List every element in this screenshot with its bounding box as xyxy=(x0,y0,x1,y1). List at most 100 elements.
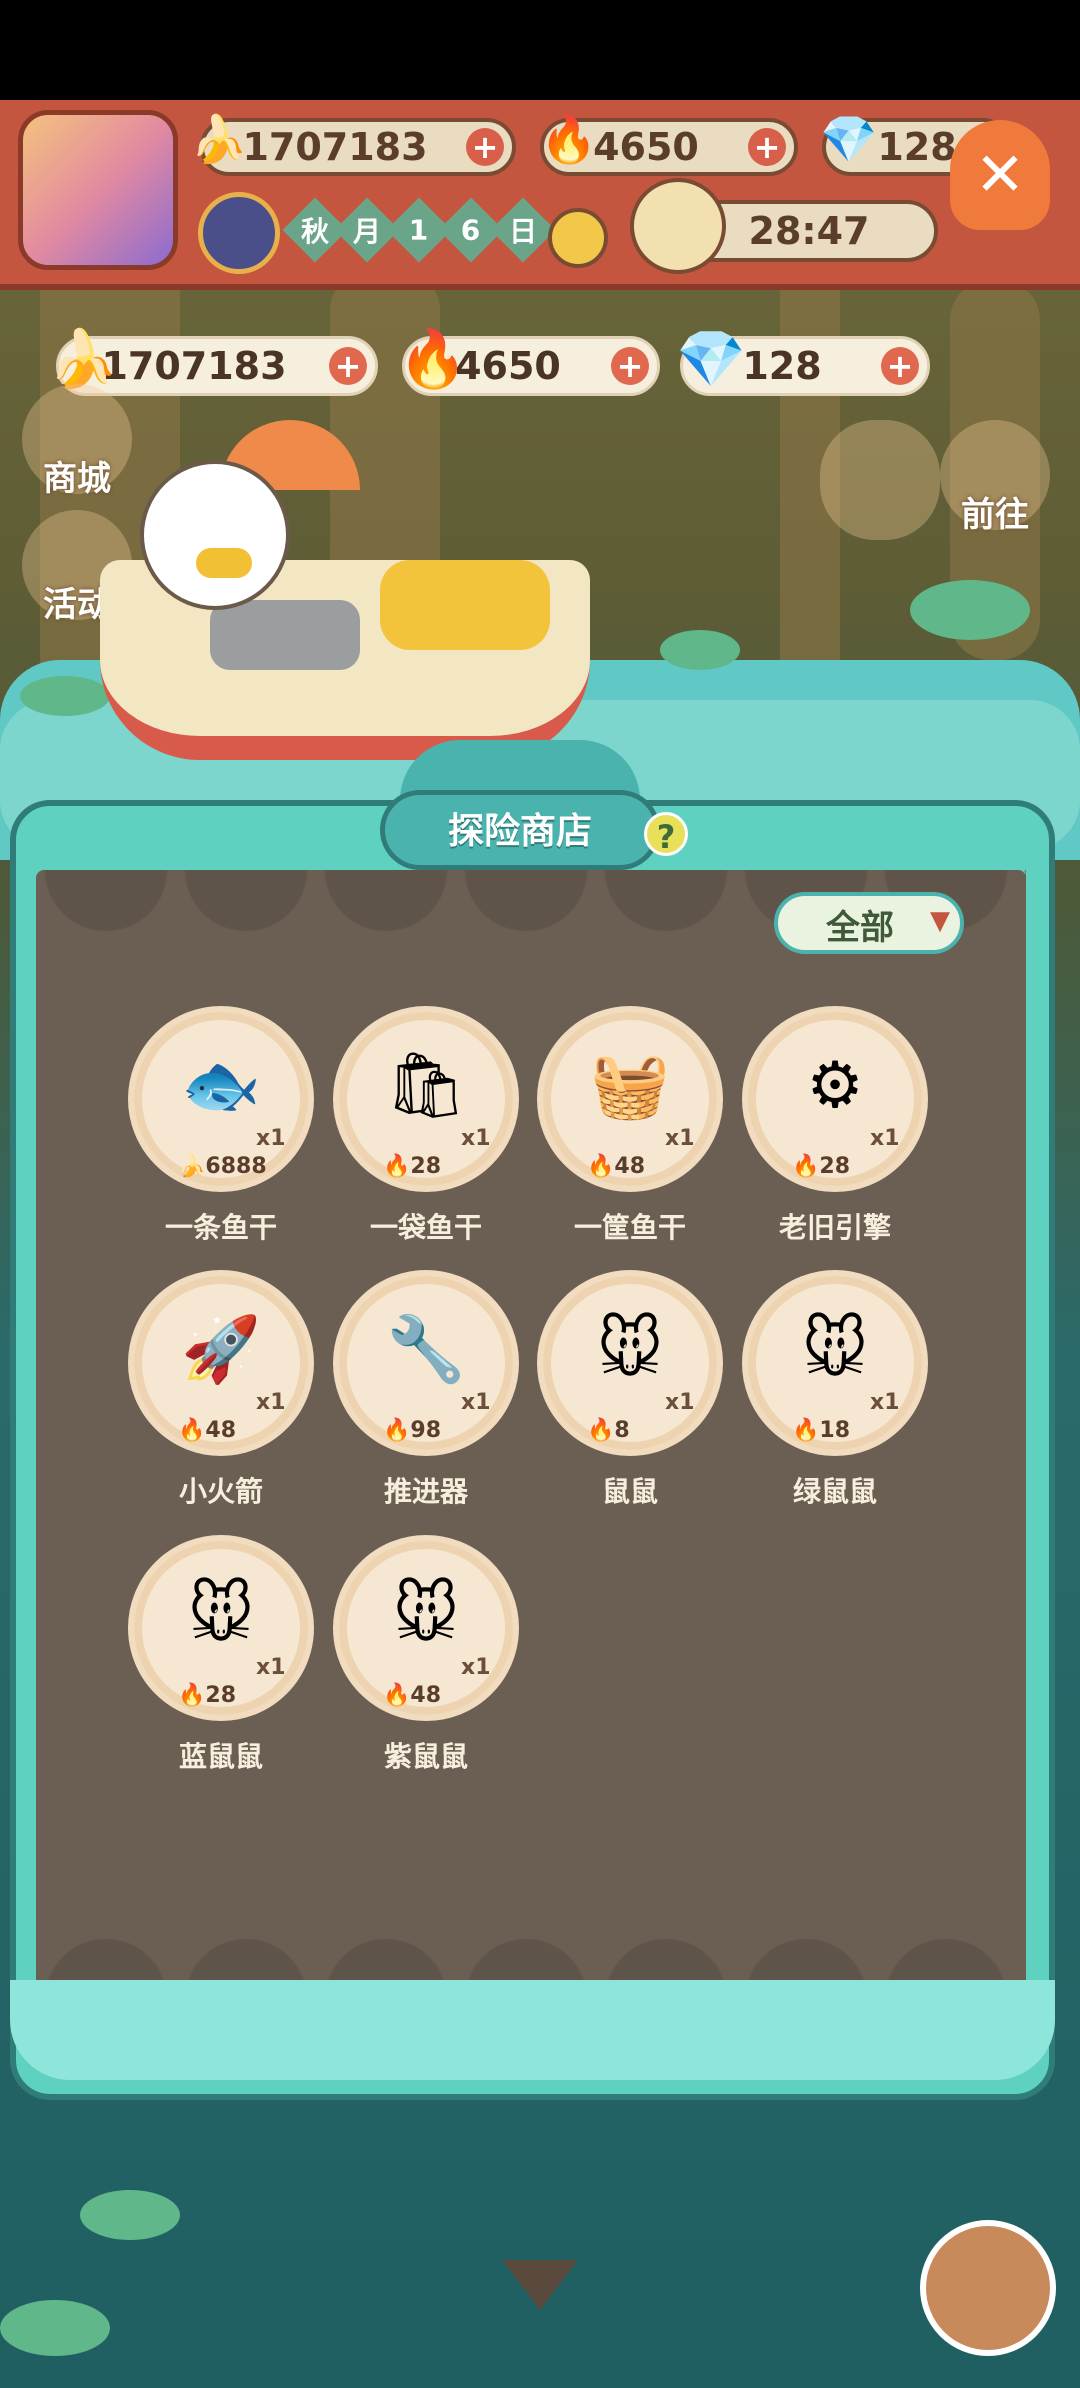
item-name: 小火箭 xyxy=(178,1475,263,1508)
item-price: 🔥48 xyxy=(587,1154,687,1179)
hud-banana-counter: 1707183 + xyxy=(200,118,516,176)
item-price-value: 48 xyxy=(614,1154,646,1179)
item-quantity: x1 xyxy=(870,1126,900,1151)
item-quantity: x1 xyxy=(461,1390,491,1415)
fish-bag-icon: 🛍 xyxy=(385,1049,467,1123)
shop-item[interactable]: 🐭 x1 🔥8 鼠鼠 xyxy=(537,1270,727,1508)
item-price: 🔥28 xyxy=(178,1683,278,1708)
shop-item[interactable]: 🐭 x1 🔥18 绿鼠鼠 xyxy=(742,1270,932,1508)
lily-pad-icon xyxy=(20,676,110,716)
item-quantity: x1 xyxy=(665,1390,695,1415)
chevron-down-icon: ▼ xyxy=(930,906,950,936)
item-price-value: 98 xyxy=(410,1418,442,1443)
flame-add-button[interactable]: + xyxy=(611,347,649,385)
fish-cargo-icon xyxy=(210,600,360,670)
moon-icon xyxy=(198,192,280,274)
fish-basket-icon: 🧺 xyxy=(590,1049,670,1123)
banana-add-button[interactable]: + xyxy=(329,347,367,385)
hud-banana-add-button[interactable]: + xyxy=(466,128,504,166)
filter-dropdown-label: 全部 xyxy=(826,908,894,948)
item-name: 推进器 xyxy=(383,1475,468,1508)
shop-item[interactable]: 🔧 x1 🔥98 推进器 xyxy=(333,1270,523,1508)
item-price-value: 28 xyxy=(205,1683,237,1708)
lily-pad-icon xyxy=(80,2190,180,2240)
item-price: 🔥8 xyxy=(587,1418,687,1443)
item-quantity: x1 xyxy=(256,1655,286,1680)
item-quantity: x1 xyxy=(665,1126,695,1151)
flame-icon: 🔥 xyxy=(792,1418,820,1443)
item-price: 🔥98 xyxy=(383,1418,483,1443)
engine-icon: ⚙ xyxy=(806,1049,864,1123)
item-price-value: 48 xyxy=(410,1683,442,1708)
boomerang-icon[interactable] xyxy=(820,420,940,540)
date-char: 6 xyxy=(461,213,481,247)
fish-icon: 🐟 xyxy=(181,1049,261,1123)
bird-character-icon xyxy=(630,178,726,274)
item-name: 紫鼠鼠 xyxy=(383,1740,468,1773)
gem-icon: 💎 xyxy=(820,112,878,166)
shop-button[interactable]: 商城 xyxy=(22,384,132,499)
shop-item[interactable]: 🚀 x1 🔥48 小火箭 xyxy=(128,1270,318,1508)
flame-icon: 🔥 xyxy=(792,1154,820,1179)
shop-item[interactable]: 🐭 x1 🔥48 紫鼠鼠 xyxy=(333,1535,523,1773)
item-name: 一筐鱼干 xyxy=(573,1211,686,1244)
flame-icon: 🔥 xyxy=(383,1154,411,1179)
item-name: 鼠鼠 xyxy=(601,1475,658,1508)
item-quantity: x1 xyxy=(461,1655,491,1680)
purple-mouse-toy-icon: 🐭 xyxy=(392,1578,460,1652)
item-quantity: x1 xyxy=(870,1390,900,1415)
shop-item[interactable]: 🐟 x1 🍌6888 一条鱼干 xyxy=(128,1006,318,1244)
date-char: 秋 xyxy=(300,214,330,248)
shop-item[interactable]: 🧺 x1 🔥48 一筐鱼干 xyxy=(537,1006,727,1244)
item-name: 一袋鱼干 xyxy=(369,1211,482,1244)
flame-icon: 🔥 xyxy=(398,327,468,392)
shop-item[interactable]: 🐭 x1 🔥28 蓝鼠鼠 xyxy=(128,1535,318,1773)
item-quantity: x1 xyxy=(256,1126,286,1151)
date-char: 1 xyxy=(409,213,429,247)
lily-pad-icon xyxy=(660,630,740,670)
item-name: 一条鱼干 xyxy=(164,1211,277,1244)
item-price-value: 8 xyxy=(614,1418,630,1443)
hud-flame-add-button[interactable]: + xyxy=(748,128,786,166)
sun-weather-icon xyxy=(548,208,608,268)
shop-title: 探险商店 xyxy=(447,811,592,852)
flame-icon: 🔥 xyxy=(178,1683,206,1708)
go-button[interactable]: 前往 xyxy=(940,420,1050,535)
banana-cargo-icon xyxy=(380,560,550,650)
status-bar xyxy=(0,0,1080,100)
calendar-date: 秋 月 1 6 日 xyxy=(282,197,556,263)
lily-pad-icon xyxy=(910,580,1030,640)
banana-icon: 🍌 xyxy=(190,112,248,166)
rocket-icon: 🚀 xyxy=(181,1313,261,1387)
item-price: 🔥28 xyxy=(383,1154,483,1179)
item-price-value: 28 xyxy=(410,1154,442,1179)
item-quantity: x1 xyxy=(461,1126,491,1151)
flame-icon: 🔥 xyxy=(587,1154,615,1179)
collapse-arrow-button[interactable] xyxy=(502,2260,578,2316)
item-price-value: 28 xyxy=(819,1154,851,1179)
mouse-toy-icon: 🐭 xyxy=(596,1313,664,1387)
duck-merchant-icon xyxy=(140,460,290,610)
flame-icon: 🔥 xyxy=(540,112,598,166)
shop-item[interactable]: 🛍 x1 🔥28 一袋鱼干 xyxy=(333,1006,523,1244)
item-name: 老旧引擎 xyxy=(778,1211,891,1244)
lily-pad-icon xyxy=(0,2300,110,2356)
flame-icon: 🔥 xyxy=(383,1418,411,1443)
gem-add-button[interactable]: + xyxy=(881,347,919,385)
banana-icon: 🍌 xyxy=(178,1154,206,1179)
item-price: 🔥18 xyxy=(792,1418,892,1443)
close-button[interactable]: ✕ xyxy=(950,120,1050,230)
item-price: 🍌6888 xyxy=(178,1154,278,1179)
shop-item[interactable]: ⚙ x1 🔥28 老旧引擎 xyxy=(742,1006,932,1244)
item-quantity: x1 xyxy=(256,1390,286,1415)
date-char: 月 xyxy=(352,214,382,248)
banana-icon: 🍌 xyxy=(48,327,118,392)
player-avatar[interactable] xyxy=(18,110,178,270)
flame-icon: 🔥 xyxy=(383,1683,411,1708)
date-char: 日 xyxy=(508,214,538,248)
item-price-value: 18 xyxy=(819,1418,851,1443)
item-name: 绿鼠鼠 xyxy=(792,1475,877,1508)
yarn-ball-button[interactable] xyxy=(920,2220,1056,2356)
help-button[interactable]: ? xyxy=(644,812,688,856)
flame-icon: 🔥 xyxy=(587,1418,615,1443)
